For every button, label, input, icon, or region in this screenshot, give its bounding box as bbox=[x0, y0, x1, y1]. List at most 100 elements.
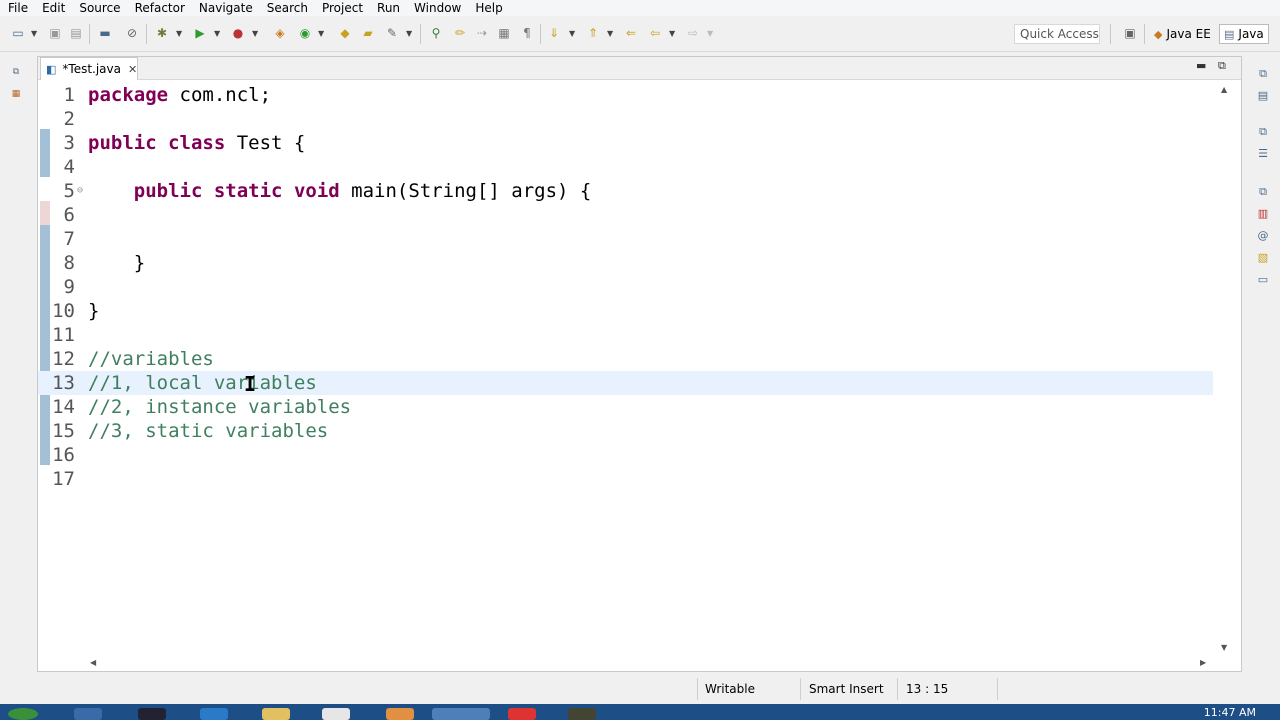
taskbar-app-icon[interactable] bbox=[138, 708, 166, 720]
code-line[interactable]: 2 bbox=[38, 107, 1213, 131]
menu-help[interactable]: Help bbox=[467, 0, 508, 16]
menu-edit[interactable]: Edit bbox=[34, 0, 71, 16]
debug-icon[interactable]: ✱ bbox=[154, 25, 170, 41]
javadoc-icon[interactable]: @ bbox=[1256, 229, 1270, 243]
external-tools-icon[interactable]: ● bbox=[230, 25, 246, 41]
restore-icon[interactable]: ⧉ bbox=[10, 67, 22, 79]
scroll-up-icon[interactable]: ▲ bbox=[1221, 85, 1227, 94]
vertical-scrollbar[interactable]: ▲ ▼ bbox=[1214, 81, 1241, 656]
task-list-icon[interactable]: ▤ bbox=[1256, 89, 1270, 103]
menu-source[interactable]: Source bbox=[71, 0, 126, 16]
taskbar-app-icon[interactable] bbox=[262, 708, 290, 720]
code-line[interactable]: 14 //2, instance variables bbox=[38, 395, 1213, 419]
restore-icon[interactable]: ⧉ bbox=[1256, 185, 1270, 199]
run-dropdown-icon[interactable]: ▼ bbox=[214, 29, 220, 38]
quick-access-input[interactable]: Quick Access bbox=[1014, 24, 1100, 44]
menu-project[interactable]: Project bbox=[314, 0, 369, 16]
scroll-down-icon[interactable]: ▼ bbox=[1221, 643, 1227, 652]
toggle-mark-occurrences-icon[interactable]: ⚲ bbox=[428, 25, 444, 41]
code-line[interactable]: 3 public class Test { bbox=[38, 131, 1213, 155]
code-line[interactable]: 6 bbox=[38, 203, 1213, 227]
new-icon[interactable]: ▭ bbox=[10, 25, 26, 41]
maximize-icon[interactable]: ⧉ bbox=[1218, 59, 1226, 73]
scroll-left-icon[interactable]: ◀ bbox=[90, 658, 96, 667]
menu-refactor[interactable]: Refactor bbox=[127, 0, 191, 16]
block-selection-icon[interactable]: ▦ bbox=[496, 25, 512, 41]
save-all-icon[interactable]: ▤ bbox=[68, 25, 84, 41]
horizontal-scrollbar[interactable]: ◀ ▶ bbox=[38, 656, 1213, 671]
code-line[interactable]: 9 bbox=[38, 275, 1213, 299]
perspective-label: Java EE bbox=[1166, 27, 1211, 41]
main-toolbar: ▭ ▼ ▣ ▤ ▬ ⊘ ✱ ▼ ▶ ▼ ● ▼ ◈ ◉ ▼ ◆ ▰ ✎ ▼ ⚲ … bbox=[0, 16, 1280, 52]
code-line[interactable]: 7 bbox=[38, 227, 1213, 251]
code-line[interactable]: 16 bbox=[38, 443, 1213, 467]
new-java-project-icon[interactable]: ◈ bbox=[272, 25, 288, 41]
taskbar-app-icon[interactable] bbox=[386, 708, 414, 720]
new-class-icon[interactable]: ◉ bbox=[297, 25, 313, 41]
scroll-right-icon[interactable]: ▶ bbox=[1200, 658, 1206, 667]
menu-navigate[interactable]: Navigate bbox=[191, 0, 259, 16]
java-perspective-icon: ▤ bbox=[1224, 27, 1235, 41]
console-icon[interactable]: ▭ bbox=[1256, 273, 1270, 287]
restore-icon[interactable]: ⧉ bbox=[1256, 125, 1270, 139]
save-icon[interactable]: ▣ bbox=[47, 25, 63, 41]
word-wrap-icon[interactable]: ⇢ bbox=[474, 25, 490, 41]
open-perspective-icon[interactable]: ▣ bbox=[1122, 25, 1138, 41]
skip-breakpoints-icon[interactable]: ⊘ bbox=[124, 25, 140, 41]
taskbar-app-icon[interactable] bbox=[200, 708, 228, 720]
code-line[interactable]: 4 bbox=[38, 155, 1213, 179]
open-type-icon[interactable]: ◆ bbox=[337, 25, 353, 41]
new-class-dropdown-icon[interactable]: ▼ bbox=[318, 29, 324, 38]
back-icon[interactable]: ⇦ bbox=[647, 25, 663, 41]
code-line[interactable]: 1 package com.ncl; bbox=[38, 83, 1213, 107]
taskbar-app-icon[interactable] bbox=[74, 708, 102, 720]
declaration-icon[interactable]: ▧ bbox=[1256, 251, 1270, 265]
menu-search[interactable]: Search bbox=[259, 0, 314, 16]
minimize-icon[interactable]: ▬ bbox=[1196, 59, 1206, 72]
search-dropdown-icon[interactable]: ▼ bbox=[406, 29, 412, 38]
perspective-java[interactable]: ▤ Java bbox=[1219, 24, 1269, 44]
perspective-java-ee[interactable]: ◆ Java EE bbox=[1150, 24, 1215, 44]
package-explorer-icon[interactable]: ▦ bbox=[10, 89, 22, 101]
forward-dropdown-icon[interactable]: ▼ bbox=[707, 29, 713, 38]
tab-test-java[interactable]: ◧ *Test.java ✕ bbox=[40, 57, 138, 80]
taskbar-app-icon[interactable] bbox=[568, 708, 596, 720]
menu-run[interactable]: Run bbox=[369, 0, 406, 16]
taskbar-app-icon[interactable] bbox=[432, 708, 490, 720]
code-line[interactable]: 13 //1, local variables bbox=[38, 371, 1213, 395]
back-dropdown-icon[interactable]: ▼ bbox=[669, 29, 675, 38]
menu-file[interactable]: File bbox=[0, 0, 34, 16]
previous-annotation-icon[interactable]: ⇑ bbox=[585, 25, 601, 41]
new-dropdown-icon[interactable]: ▼ bbox=[31, 29, 37, 38]
taskbar-app-icon[interactable] bbox=[508, 708, 536, 720]
last-edit-location-icon[interactable]: ⇐ bbox=[623, 25, 639, 41]
previous-annotation-dropdown-icon[interactable]: ▼ bbox=[607, 29, 613, 38]
outline-icon[interactable]: ☰ bbox=[1256, 147, 1270, 161]
forward-icon[interactable]: ⇨ bbox=[685, 25, 701, 41]
restore-icon[interactable]: ⧉ bbox=[1256, 67, 1270, 81]
next-annotation-icon[interactable]: ⇓ bbox=[546, 25, 562, 41]
code-line[interactable]: 10} bbox=[38, 299, 1213, 323]
code-editor[interactable]: 1 package com.ncl; 2 3 public class Test {4 5… bbox=[38, 81, 1213, 656]
external-tools-dropdown-icon[interactable]: ▼ bbox=[252, 29, 258, 38]
next-annotation-dropdown-icon[interactable]: ▼ bbox=[569, 29, 575, 38]
close-icon[interactable]: ✕ bbox=[128, 63, 137, 76]
code-line[interactable]: 11 bbox=[38, 323, 1213, 347]
show-whitespace-icon[interactable]: ¶ bbox=[519, 25, 535, 41]
code-line[interactable]: 5 ⊖ public static void main(String[] args… bbox=[38, 179, 1213, 203]
run-icon[interactable]: ▶ bbox=[192, 25, 208, 41]
taskbar-app-icon[interactable] bbox=[322, 708, 350, 720]
fold-collapse-icon[interactable]: ⊖ bbox=[77, 179, 83, 203]
debug-dropdown-icon[interactable]: ▼ bbox=[176, 29, 182, 38]
menu-window[interactable]: Window bbox=[406, 0, 467, 16]
code-line[interactable]: 12 //variables bbox=[38, 347, 1213, 371]
code-line[interactable]: 8 } bbox=[38, 251, 1213, 275]
search-icon[interactable]: ✎ bbox=[384, 25, 400, 41]
highlight-icon[interactable]: ✏ bbox=[452, 25, 468, 41]
code-line[interactable]: 17 bbox=[38, 467, 1213, 491]
terminal-icon[interactable]: ▬ bbox=[97, 25, 113, 41]
problems-icon[interactable]: ▥ bbox=[1256, 207, 1270, 221]
open-folder-icon[interactable]: ▰ bbox=[360, 25, 376, 41]
code-line[interactable]: 15 //3, static variables bbox=[38, 419, 1213, 443]
start-button-icon[interactable] bbox=[8, 708, 38, 720]
